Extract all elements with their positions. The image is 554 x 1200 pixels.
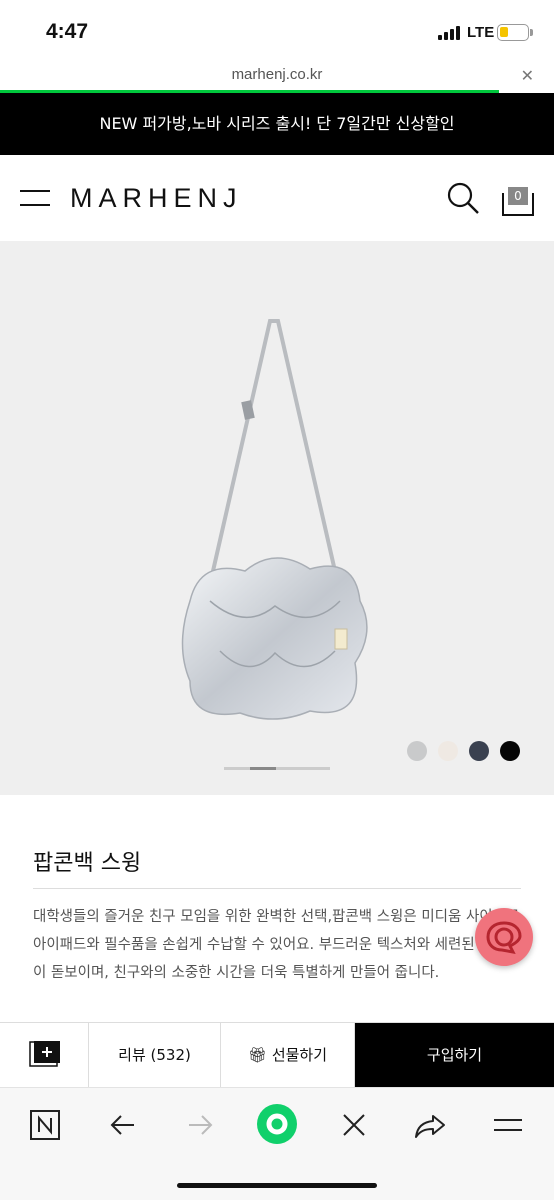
- review-button[interactable]: 리뷰 (532): [89, 1023, 221, 1087]
- product-image-carousel[interactable]: [0, 241, 554, 795]
- menu-icon[interactable]: [20, 190, 50, 208]
- search-icon[interactable]: [446, 181, 480, 215]
- back-arrow-icon[interactable]: [106, 1108, 140, 1142]
- product-description: 대학생들의 즐거운 친구 모임을 위한 완벽한 선택,팝콘백 스윙은 미디움 사…: [33, 909, 520, 981]
- chat-icon: [486, 921, 522, 955]
- gift-label: 선물하기: [271, 1046, 328, 1064]
- buy-button[interactable]: 구입하기: [355, 1023, 554, 1087]
- network-label: LTE: [467, 24, 495, 41]
- status-bar: 4:47 LTE: [0, 0, 554, 60]
- bag-image: [181, 319, 368, 720]
- battery-nub: [530, 29, 533, 36]
- status-time: 4:47: [46, 20, 89, 43]
- color-swatch[interactable]: [469, 741, 489, 761]
- add-wishlist-icon: [29, 1041, 60, 1067]
- color-swatch[interactable]: [438, 741, 458, 761]
- home-indicator: [177, 1183, 377, 1188]
- signal-icon: [438, 26, 462, 40]
- close-icon[interactable]: ✕: [521, 66, 534, 85]
- product-title: 팝콘백 스윙: [33, 851, 142, 876]
- product-info: 팝콘백 스윙 대학생들의 즐거운 친구 모임을 위한 완벽한 선택,팝콘백 스윙…: [0, 795, 554, 1025]
- site-header: MARHENJ 0: [0, 155, 554, 241]
- carousel-indicator: [250, 767, 276, 770]
- share-icon[interactable]: [413, 1108, 447, 1142]
- brand-logo[interactable]: MARHENJ: [70, 183, 243, 214]
- gift-button[interactable]: 🎁︎ 선물하기: [221, 1023, 355, 1087]
- naver-home-icon[interactable]: [28, 1108, 62, 1142]
- more-menu-icon[interactable]: [491, 1108, 525, 1142]
- browser-toolbar: [0, 1087, 554, 1200]
- wishlist-button[interactable]: [0, 1023, 89, 1087]
- bottom-action-bar: 리뷰 (532) 🎁︎ 선물하기 구입하기: [0, 1022, 554, 1087]
- url-bar[interactable]: marhenj.co.kr ✕: [0, 60, 554, 92]
- green-dot-icon[interactable]: [255, 1102, 299, 1146]
- forward-arrow-icon[interactable]: [183, 1108, 217, 1142]
- chat-button[interactable]: [475, 908, 533, 966]
- battery-icon: [497, 24, 529, 41]
- promo-banner[interactable]: NEW 퍼가방,노바 시리즈 출시! 단 7일간만 신상할인: [0, 93, 554, 155]
- url-text[interactable]: marhenj.co.kr: [0, 66, 554, 83]
- color-swatch[interactable]: [500, 741, 520, 761]
- cart-count-badge: 0: [508, 187, 528, 205]
- gift-icon: 🎁︎: [247, 1046, 268, 1064]
- divider: [33, 888, 521, 889]
- color-swatch[interactable]: [407, 741, 427, 761]
- carousel-track: [224, 767, 330, 770]
- close-tab-icon[interactable]: [337, 1108, 371, 1142]
